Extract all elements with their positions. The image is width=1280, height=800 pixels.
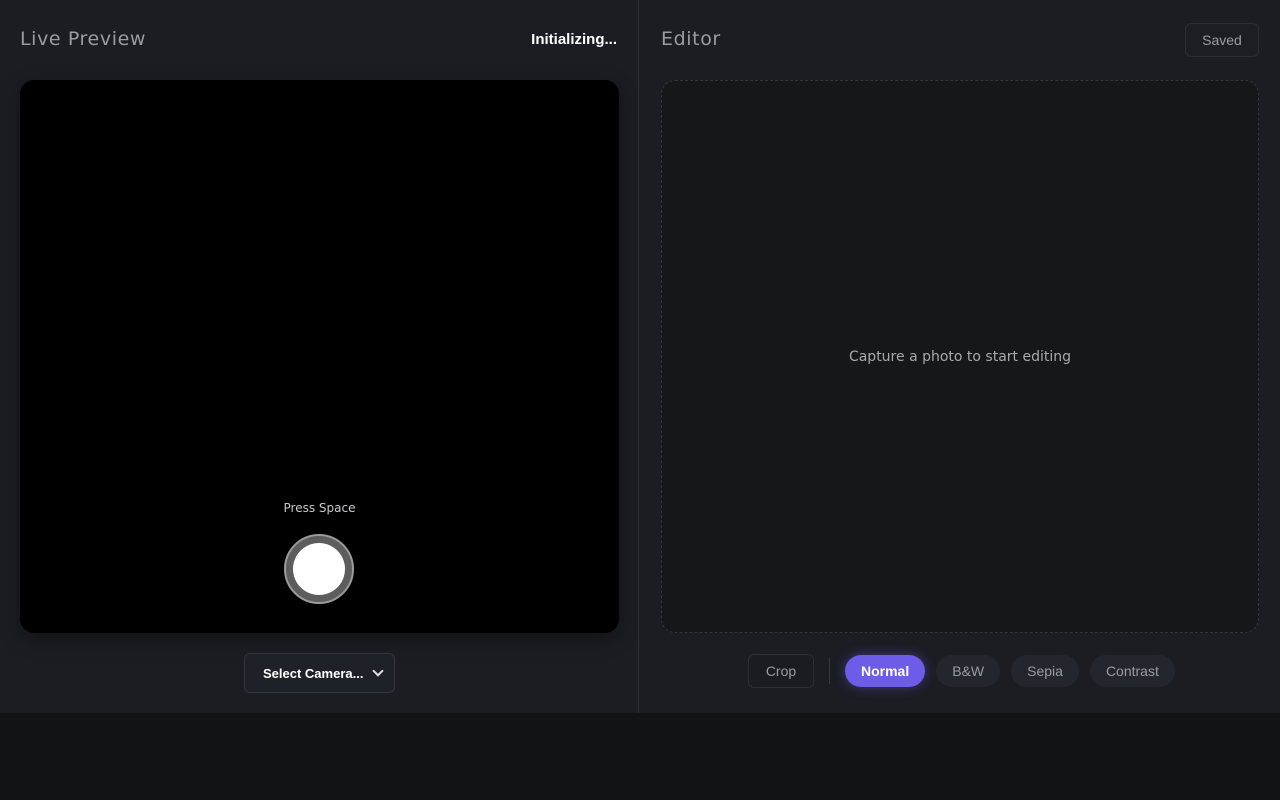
capture-button[interactable]	[284, 534, 354, 604]
live-preview-panel: Live Preview Initializing... Press Space…	[0, 0, 639, 713]
filter-bw-button[interactable]: B&W	[936, 655, 1001, 687]
capture-button-inner	[293, 543, 345, 595]
filter-sepia-button[interactable]: Sepia	[1011, 655, 1079, 687]
camera-status: Initializing...	[531, 31, 617, 48]
editor-title: Editor	[661, 28, 721, 50]
toolbar-divider	[829, 658, 830, 684]
crop-button[interactable]: Crop	[748, 654, 814, 688]
editor-toolbar: Crop Normal B&W Sepia Contrast	[748, 654, 1186, 688]
editor-canvas: Capture a photo to start editing	[661, 80, 1259, 633]
camera-select[interactable]: Select Camera...	[244, 653, 395, 693]
editor-empty-message: Capture a photo to start editing	[848, 348, 1072, 365]
shutter-hint: Press Space	[283, 501, 356, 515]
editor-panel: Editor Saved Capture a photo to start ed…	[639, 0, 1280, 713]
filter-contrast-button[interactable]: Contrast	[1089, 655, 1175, 687]
live-preview-title: Live Preview	[20, 28, 146, 50]
filter-normal-button[interactable]: Normal	[845, 655, 926, 687]
chevron-down-icon	[372, 665, 384, 677]
app-window: Live Preview Initializing... Press Space…	[0, 0, 1280, 713]
camera-viewport: Press Space	[20, 80, 619, 633]
saved-status-button[interactable]: Saved	[1185, 23, 1259, 57]
camera-select-value: Select Camera...	[263, 665, 364, 681]
